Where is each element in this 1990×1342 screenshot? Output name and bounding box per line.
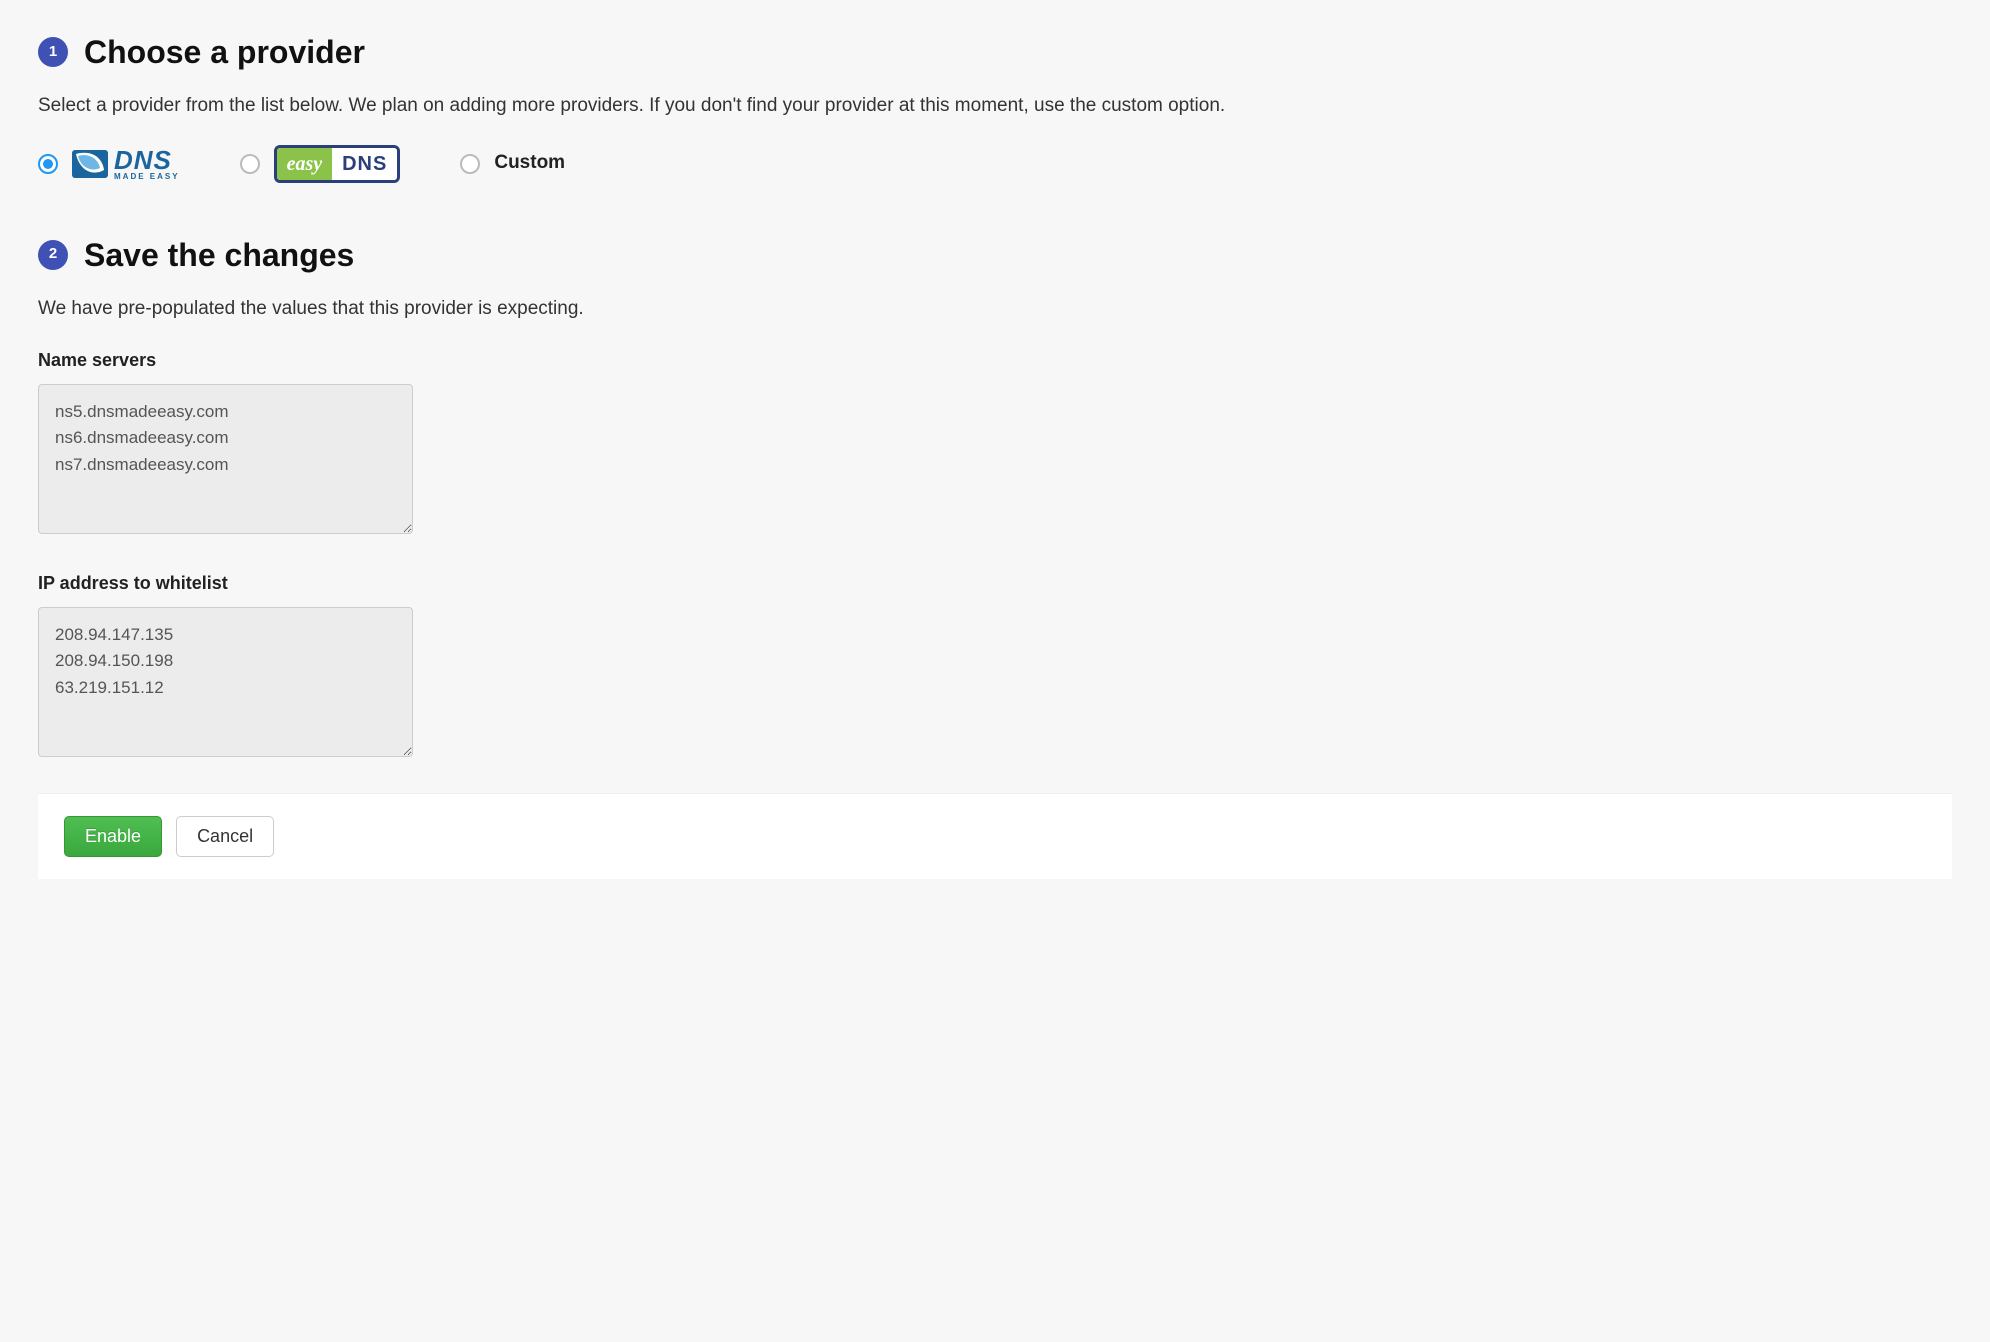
cancel-button[interactable]: Cancel — [176, 816, 274, 857]
section-header: 1 Choose a provider — [38, 28, 1952, 76]
section-choose-provider: 1 Choose a provider Select a provider fr… — [38, 28, 1952, 183]
section-title: Choose a provider — [84, 28, 365, 76]
section-title: Save the changes — [84, 231, 354, 279]
provider-custom-label: Custom — [494, 149, 565, 178]
whitelist-label: IP address to whitelist — [38, 570, 1952, 597]
easydns-logo: easy DNS — [274, 145, 401, 183]
radio-unchecked-icon — [460, 154, 480, 174]
step-badge-1: 1 — [38, 37, 68, 67]
section-save-changes: 2 Save the changes We have pre-populated… — [38, 231, 1952, 766]
section-description: Select a provider from the list below. W… — [38, 92, 1952, 121]
dnsmadeeasy-logo: DNS MADE EASY — [72, 146, 180, 182]
enable-button[interactable]: Enable — [64, 816, 162, 857]
field-nameservers: Name servers — [38, 347, 1952, 542]
provider-list: DNS MADE EASY easy DNS Custom — [38, 145, 1952, 183]
provider-option-easydns[interactable]: easy DNS — [240, 145, 401, 183]
field-whitelist: IP address to whitelist — [38, 570, 1952, 765]
whitelist-textarea[interactable] — [38, 607, 413, 757]
dnsmadeeasy-mark-icon — [72, 146, 108, 182]
section-header: 2 Save the changes — [38, 231, 1952, 279]
provider-option-custom[interactable]: Custom — [460, 149, 565, 178]
radio-checked-icon — [38, 154, 58, 174]
nameservers-textarea[interactable] — [38, 384, 413, 534]
dnsmadeeasy-sub-label: MADE EASY — [114, 173, 180, 181]
easydns-dns-label: DNS — [332, 148, 397, 180]
section-description: We have pre-populated the values that th… — [38, 295, 1952, 324]
dnsmadeeasy-text: DNS MADE EASY — [114, 147, 180, 181]
nameservers-label: Name servers — [38, 347, 1952, 374]
easydns-easy-label: easy — [277, 148, 333, 180]
actions-bar: Enable Cancel — [38, 793, 1952, 879]
provider-option-dnsmadeeasy[interactable]: DNS MADE EASY — [38, 146, 180, 182]
radio-unchecked-icon — [240, 154, 260, 174]
dnsmadeeasy-dns-label: DNS — [114, 147, 180, 173]
step-badge-2: 2 — [38, 240, 68, 270]
